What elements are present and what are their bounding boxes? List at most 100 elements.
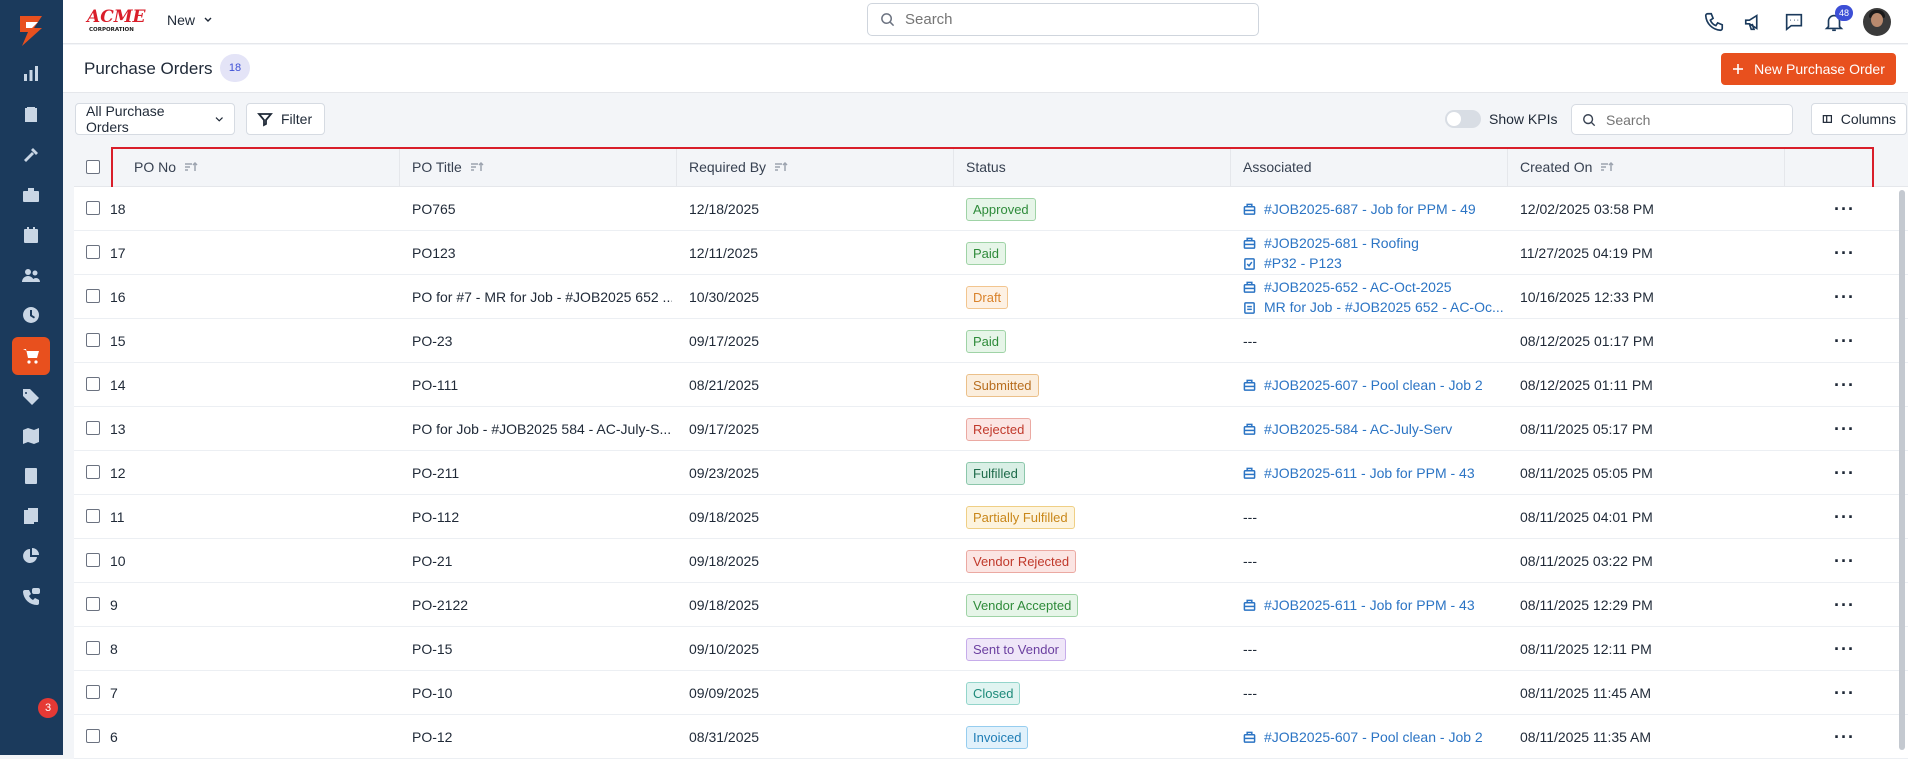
table-row[interactable]: 12 PO-211 09/23/2025 Fulfilled #JOB2025-611 … [74,451,1908,495]
sidebar-item-map[interactable] [12,417,50,455]
sort-icon[interactable] [184,161,198,173]
column-header-po-no[interactable]: PO No [122,147,399,187]
row-actions-icon[interactable]: ··· [1834,728,1855,746]
row-checkbox[interactable] [86,553,100,567]
column-header-associated[interactable]: Associated [1230,147,1507,187]
column-header-created-on[interactable]: Created On [1507,147,1784,187]
view-selector[interactable]: All Purchase Orders [75,103,235,135]
table-row[interactable]: 15 PO-23 09/17/2025 Paid --- 08/12/2025 01:17… [74,319,1908,363]
sidebar-item-phone-chat[interactable] [12,577,50,615]
row-actions-icon[interactable]: ··· [1834,376,1855,394]
row-checkbox[interactable] [86,201,100,215]
filter-button[interactable]: Filter [246,103,325,135]
associated-link[interactable]: #JOB2025-607 - Pool clean - Job 2 [1243,727,1505,747]
associated-link[interactable]: #JOB2025-652 - AC-Oct-2025 [1243,277,1505,297]
bell-icon[interactable]: 48 [1823,5,1853,33]
sort-icon[interactable] [774,161,788,173]
table-row[interactable]: 7 PO-10 09/09/2025 Closed --- 08/11/2025 11:4… [74,671,1908,715]
row-actions-icon[interactable]: ··· [1834,552,1855,570]
cell-po-title[interactable]: PO for Job - #JOB2025 584 - AC-July-S... [412,407,672,451]
row-checkbox[interactable] [86,333,100,347]
cell-po-title[interactable]: PO-15 [412,627,672,671]
app-logo-icon[interactable] [12,12,50,50]
table-row[interactable]: 6 PO-12 08/31/2025 Invoiced #JOB2025-607 - P… [74,715,1908,759]
cell-po-title[interactable]: PO-23 [412,319,672,363]
global-search[interactable] [867,3,1259,36]
row-checkbox[interactable] [86,289,100,303]
sidebar-item-chart-bar[interactable] [12,54,50,92]
row-actions-icon[interactable]: ··· [1834,596,1855,614]
row-checkbox[interactable] [86,685,100,699]
table-row[interactable]: 14 PO-111 08/21/2025 Submitted #JOB2025-607 … [74,363,1908,407]
sidebar-item-tag[interactable] [12,377,50,415]
cell-po-title[interactable]: PO-111 [412,363,672,407]
sort-icon[interactable] [1600,161,1614,173]
table-row[interactable]: 16 PO for #7 - MR for Job - #JOB2025 652 … [74,275,1908,319]
phone-icon[interactable] [1703,11,1725,33]
scrollbar[interactable] [1899,190,1905,750]
row-checkbox[interactable] [86,509,100,523]
associated-link[interactable]: #JOB2025-611 - Job for PPM - 43 [1243,595,1505,615]
row-checkbox[interactable] [86,729,100,743]
row-checkbox[interactable] [86,465,100,479]
chat-icon[interactable] [1783,11,1805,33]
associated-link[interactable]: #JOB2025-611 - Job for PPM - 43 [1243,463,1505,483]
row-checkbox[interactable] [86,421,100,435]
cell-po-title[interactable]: PO-21 [412,539,672,583]
column-header-status[interactable]: Status [953,147,1230,187]
associated-link[interactable]: #JOB2025-687 - Job for PPM - 49 [1243,199,1505,219]
associated-link[interactable]: #JOB2025-681 - Roofing [1243,233,1505,253]
associated-link[interactable]: #JOB2025-584 - AC-July-Serv [1243,419,1505,439]
row-actions-icon[interactable]: ··· [1834,420,1855,438]
megaphone-icon[interactable] [1743,11,1765,33]
row-checkbox[interactable] [86,245,100,259]
sidebar-item-clipboard[interactable] [12,95,50,133]
row-actions-icon[interactable]: ··· [1834,508,1855,526]
table-row[interactable]: 18 PO765 12/18/2025 Approved #JOB2025-687 - … [74,187,1908,231]
sidebar-item-pie-chart[interactable] [12,537,50,575]
new-purchase-order-button[interactable]: New Purchase Order [1721,53,1896,85]
global-search-input[interactable] [905,11,1235,28]
associated-link[interactable]: #JOB2025-607 - Pool clean - Job 2 [1243,375,1505,395]
row-actions-icon[interactable]: ··· [1834,684,1855,702]
column-header-po-title[interactable]: PO Title [399,147,676,187]
cell-po-title[interactable]: PO-10 [412,671,672,715]
cell-po-title[interactable]: PO-2122 [412,583,672,627]
show-kpis-toggle[interactable] [1445,110,1481,128]
sort-icon[interactable] [470,161,484,173]
row-actions-icon[interactable]: ··· [1834,244,1855,262]
table-row[interactable]: 10 PO-21 09/18/2025 Vendor Rejected --- 08/11… [74,539,1908,583]
cell-po-title[interactable]: PO123 [412,231,672,275]
sidebar-item-calendar[interactable] [12,216,50,254]
row-actions-icon[interactable]: ··· [1834,288,1855,306]
cell-po-title[interactable]: PO765 [412,187,672,231]
table-row[interactable]: 13 PO for Job - #JOB2025 584 - AC-July-S.… [74,407,1908,451]
columns-button[interactable]: Columns [1811,103,1907,135]
avatar[interactable] [1863,8,1891,36]
column-header-required-by[interactable]: Required By [676,147,953,187]
table-row[interactable]: 8 PO-15 09/10/2025 Sent to Vendor --- 08/11/2… [74,627,1908,671]
cell-po-title[interactable]: PO-112 [412,495,672,539]
new-menu-button[interactable]: New [167,12,213,28]
select-all-checkbox[interactable] [86,160,100,174]
table-row[interactable]: 17 PO123 12/11/2025 Paid #JOB2025-681 - Roof… [74,231,1908,275]
row-actions-icon[interactable]: ··· [1834,464,1855,482]
sidebar-item-briefcase[interactable] [12,176,50,214]
sidebar-item-calculator[interactable] [12,457,50,495]
table-row[interactable]: 11 PO-112 09/18/2025 Partially Fulfilled ---… [74,495,1908,539]
table-row[interactable]: 9 PO-2122 09/18/2025 Vendor Accepted #JOB202… [74,583,1908,627]
row-actions-icon[interactable]: ··· [1834,640,1855,658]
sidebar-item-tools[interactable] [12,136,50,174]
sidebar-item-documents[interactable] [12,497,50,535]
sidebar-item-users[interactable] [12,256,50,294]
cell-po-title[interactable]: PO-211 [412,451,672,495]
row-actions-icon[interactable]: ··· [1834,332,1855,350]
cell-po-title[interactable]: PO for #7 - MR for Job - #JOB2025 652 ..… [412,275,672,319]
row-checkbox[interactable] [86,641,100,655]
sidebar-item-clock[interactable] [12,296,50,334]
row-actions-icon[interactable]: ··· [1834,200,1855,218]
row-checkbox[interactable] [86,597,100,611]
row-checkbox[interactable] [86,377,100,391]
acme-logo[interactable]: ACME CORPORATION [85,6,147,34]
cell-po-title[interactable]: PO-12 [412,715,672,759]
